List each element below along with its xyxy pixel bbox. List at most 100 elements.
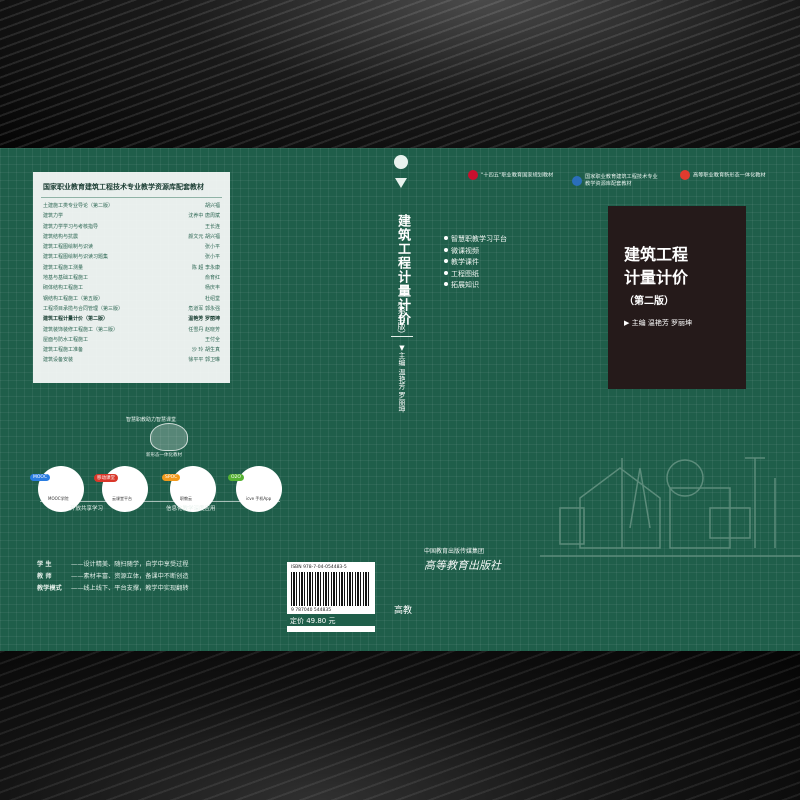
book-row: 工程项目承揽与合同管理（第三版） 危道军 郭永强 bbox=[41, 304, 222, 314]
barcode-digits: 9 787040 544835 bbox=[291, 608, 332, 613]
book-title: 建筑工程图绘制与识读习题集 bbox=[43, 254, 109, 261]
book-row: 地基与基础工程施工 俞育红 bbox=[41, 273, 222, 283]
divider bbox=[41, 197, 222, 198]
book-title: 砌体结构工程施工 bbox=[43, 285, 84, 292]
book-author: 温艳芳 罗丽坤 bbox=[188, 316, 220, 323]
badge-icon bbox=[468, 170, 478, 180]
building-icon bbox=[669, 487, 731, 549]
book-row: 建筑工程施工准备 沙 玲 胡生真 bbox=[41, 345, 222, 355]
series-list-panel: 国家职业教育建筑工程技术专业教学资源库配套教材 土建施工类专业导论（第二版） 胡兴… bbox=[33, 172, 230, 383]
book-row: 建筑力学学习与考核指导 王长连 bbox=[41, 222, 222, 232]
cover-title-line1: 建筑工程 bbox=[624, 245, 689, 264]
node-tag: O2O bbox=[228, 474, 244, 481]
cover-authors: ▶ 主编 温艳芳 罗丽坤 bbox=[624, 319, 693, 327]
price-label: 定价 49.80 元 bbox=[287, 614, 375, 626]
book-author: 陈 超 李永康 bbox=[191, 264, 220, 271]
badge-icon bbox=[572, 176, 582, 186]
feature-item: 拓展知识 bbox=[444, 280, 507, 292]
platform-diagram: 智慧职教助力智慧课堂 新形态一体化教材 MOOC MOOC学院 移动课堂 云课堂… bbox=[30, 417, 290, 538]
book-row: 建筑装饰装修工程施工（第二版） 任雪丹 赵晓芳 bbox=[41, 325, 222, 335]
book-author: 徐平平 郭卫琳 bbox=[188, 357, 220, 364]
book-author: 张小平 bbox=[204, 254, 220, 261]
background-top bbox=[0, 0, 800, 148]
divider bbox=[391, 336, 413, 337]
connector-line bbox=[40, 501, 130, 502]
stopwatch-icon bbox=[666, 459, 704, 497]
node-tag: SPOC bbox=[162, 474, 181, 481]
publisher-name: 高等教育出版社 bbox=[424, 559, 501, 572]
diagram-arc-label: 智慧职教助力智慧课堂 bbox=[126, 417, 177, 423]
title-panel: 建筑工程 计量计价 （第二版） ▶ 主编 温艳芳 罗丽坤 bbox=[608, 206, 746, 389]
badge-new-form: 高等职业教育新形态一体化教材 bbox=[680, 170, 766, 180]
house-icon bbox=[579, 467, 661, 549]
book-title: 钢结构工程施工（第五版） bbox=[43, 295, 104, 302]
feature-list: 智慧职教学习平台 微课视频 教学课件 工程图纸 拓展知识 bbox=[444, 234, 507, 292]
book-title: 建筑结构与抗震 bbox=[43, 233, 79, 240]
publisher-group: 中国教育出版传媒集团 bbox=[424, 548, 485, 555]
mobile-classroom-node: 移动课堂 云课堂平台 bbox=[94, 466, 148, 512]
isbn-text: ISBN 978-7-04-054483-5 bbox=[291, 565, 347, 570]
book-title: 建筑力学 bbox=[43, 213, 64, 220]
book-title: 建筑装饰装修工程施工（第二版） bbox=[43, 326, 119, 333]
book-row: 建筑设备安装 徐平平 郭卫琳 bbox=[41, 355, 222, 365]
left-caption: 开放共享学习 bbox=[70, 506, 104, 512]
book-title: 建筑工程施工准备 bbox=[43, 347, 84, 354]
book-title: 建筑工程图绘制与识读 bbox=[43, 244, 94, 251]
connector-line bbox=[140, 501, 280, 502]
publisher-logo-icon bbox=[394, 155, 408, 169]
spine: 建筑工程计量计价 （第二版） ▼主编 温艳芳 罗丽坤 高教 bbox=[386, 148, 417, 651]
book-author: 胡兴福 bbox=[204, 203, 220, 209]
book-title: 工程项目承揽与合同管理（第三版） bbox=[43, 305, 124, 312]
book-title: 建筑工程计量计价（第二版） bbox=[43, 316, 109, 323]
hammer-icon bbox=[745, 457, 765, 548]
feature-item: 微课视频 bbox=[444, 246, 507, 258]
engineering-tools-illustration bbox=[540, 457, 800, 557]
diagram-sub-label: 新形态一体化教材 bbox=[146, 453, 182, 458]
background-bottom bbox=[0, 651, 800, 800]
book-title: 地基与基础工程施工 bbox=[43, 275, 89, 282]
taglines: 学 生 ——设计精美、随扫随学，自学中享受过程 教 师 ——素材丰富、资源立体，备课… bbox=[37, 559, 189, 595]
node-tag: 移动课堂 bbox=[94, 474, 118, 482]
spine-publisher-mark: 高教 bbox=[394, 606, 413, 616]
spine-authors: ▼主编 温艳芳 罗丽坤 bbox=[398, 344, 406, 413]
book-author: 王长连 bbox=[204, 223, 220, 230]
book-author: 颜文元 胡兴福 bbox=[188, 233, 220, 240]
book-row: 屋面与防水工程施工 王付全 bbox=[41, 335, 222, 345]
book-author: 俞育红 bbox=[204, 275, 220, 282]
series-title: 国家职业教育建筑工程技术专业教学资源库配套教材 bbox=[43, 183, 204, 191]
node-tag: MOOC bbox=[30, 474, 51, 481]
book-author: 沙 玲 胡生真 bbox=[191, 347, 220, 354]
book-author: 危道军 郭永强 bbox=[188, 305, 220, 312]
book-title: 建筑工程施工测量 bbox=[43, 264, 84, 271]
book-list: 土建施工类专业导论（第二版） 胡兴福 建筑力学 沈养中 唐周斌 建筑力学学习与考核指导王… bbox=[33, 201, 230, 366]
book-author: 杜绍堂 bbox=[204, 295, 220, 302]
tagline-mode: 教学模式 ——线上线下、平台支撑，教学中实现翻转 bbox=[37, 585, 189, 592]
badge-icon bbox=[680, 170, 690, 180]
tagline-student: 学 生 ——设计精美、随扫随学，自学中享受过程 bbox=[37, 561, 189, 568]
award-icon bbox=[395, 178, 407, 188]
book-row: 建筑力学 沈养中 唐周斌 bbox=[41, 211, 222, 221]
lightbulb-icon bbox=[150, 423, 188, 451]
book-title: 屋面与防水工程施工 bbox=[43, 336, 89, 343]
book-cover-spread: 国家职业教育建筑工程技术专业教学资源库配套教材 土建施工类专业导论（第二版） 胡兴… bbox=[0, 148, 800, 651]
book-row: 砌体结构工程施工 杨庆丰 bbox=[41, 283, 222, 293]
book-title: 建筑设备安装 bbox=[43, 357, 74, 364]
feature-item: 工程图纸 bbox=[444, 269, 507, 281]
book-author: 沈养中 唐周斌 bbox=[188, 213, 220, 220]
book-title: 建筑力学学习与考核指导 bbox=[43, 223, 99, 230]
book-author: 杨庆丰 bbox=[204, 285, 220, 292]
book-row: 建筑工程计量计价（第二版） 温艳芳 罗丽坤 bbox=[41, 314, 222, 324]
feature-item: 智慧职教学习平台 bbox=[444, 234, 507, 246]
book-row: 建筑工程施工测量 陈 超 李永康 bbox=[41, 263, 222, 273]
book-author: 王付全 bbox=[204, 336, 220, 343]
badge-resource-library: 国家职业教育建筑工程技术专业 教学资源库配套教材 bbox=[572, 167, 672, 188]
book-author: 任雪丹 赵晓芳 bbox=[188, 326, 220, 333]
cover-title-line2: 计量计价 bbox=[624, 268, 689, 287]
barcode bbox=[291, 572, 371, 606]
book-author: 张小平 bbox=[204, 244, 220, 251]
book-row: 建筑工程图绘制与识读习题集 张小平 bbox=[41, 252, 222, 262]
book-row: 土建施工类专业导论（第二版） 胡兴福 bbox=[41, 201, 222, 211]
tagline-teacher: 教 师 ——素材丰富、资源立体，备课中不断创造 bbox=[37, 573, 189, 580]
o2o-node: O2O icve 手机App bbox=[228, 466, 282, 512]
feature-item: 教学课件 bbox=[444, 257, 507, 269]
